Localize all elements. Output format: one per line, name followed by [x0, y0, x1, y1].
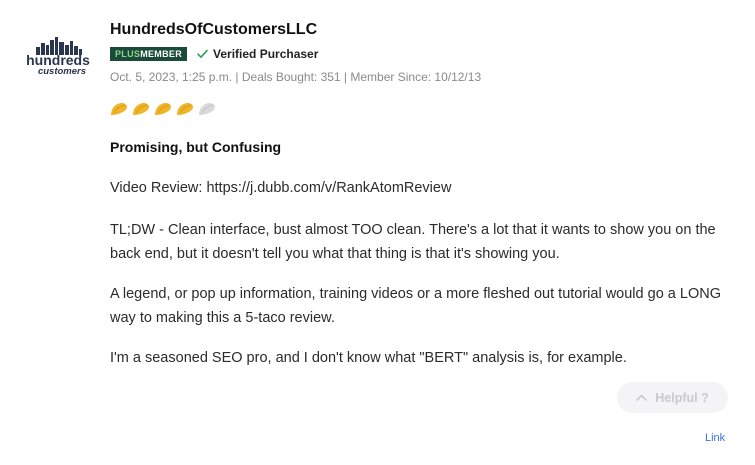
helpful-label: Helpful ?: [655, 390, 709, 405]
company-logo: hundreds customers: [26, 37, 90, 77]
review-title: Promising, but Confusing: [110, 139, 282, 155]
review-paragraph: Video Review: https://j.dubb.com/v/RankA…: [110, 180, 452, 196]
reviewer-name[interactable]: HundredsOfCustomersLLC: [110, 20, 740, 40]
taco-icon: [155, 103, 171, 115]
verified-purchaser: Verified Purchaser: [197, 47, 318, 61]
taco-icon: [133, 103, 149, 115]
review-meta: Oct. 5, 2023, 1:25 p.m. | Deals Bought: …: [110, 70, 482, 84]
helpful-button[interactable]: Helpful ?: [617, 382, 728, 413]
badge-member-text: MEMBER: [140, 49, 183, 59]
taco-icon: [177, 103, 193, 115]
check-icon: [197, 49, 208, 58]
verified-label: Verified Purchaser: [213, 47, 319, 61]
reviewer-badges: PLUSMEMBER Verified Purchaser: [110, 46, 740, 62]
review-paragraph: I'm a seasoned SEO pro, and I don't know…: [110, 350, 627, 366]
plus-member-badge: PLUSMEMBER: [110, 47, 188, 61]
review-link[interactable]: Link: [705, 432, 725, 444]
taco-icon: [111, 103, 127, 115]
taco-icon: [199, 103, 215, 115]
avatar[interactable]: hundreds customers: [22, 37, 94, 79]
review-card: HundredsOfCustomersLLC PLUSMEMBER Verifi…: [110, 20, 740, 370]
badge-plus-text: PLUS: [115, 49, 141, 59]
review-paragraph: TL;DW - Clean interface, bust almost TOO…: [110, 222, 716, 262]
logo-text-customers: customers: [38, 66, 86, 77]
taco-rating: [110, 102, 740, 118]
review-paragraph: A legend, or pop up information, trainin…: [110, 286, 721, 326]
chevron-up-icon: [636, 394, 648, 401]
